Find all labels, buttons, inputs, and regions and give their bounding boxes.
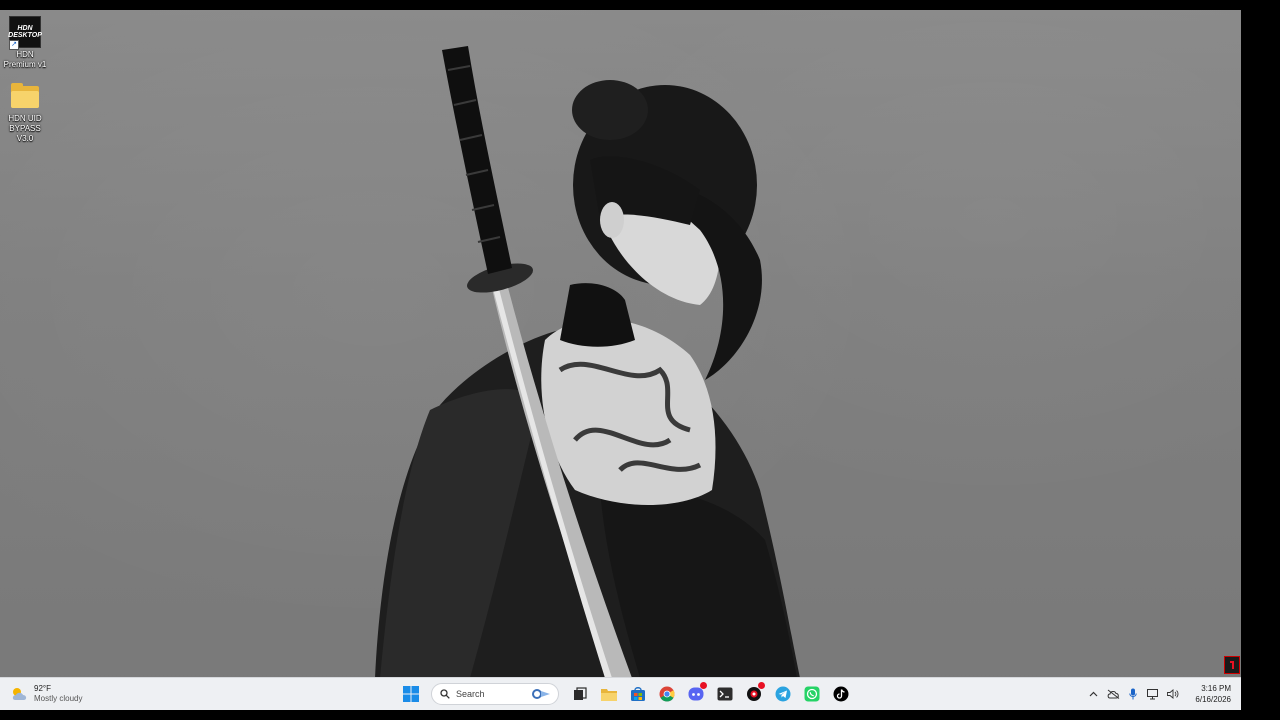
file-explorer-button[interactable] xyxy=(597,682,621,706)
network-button[interactable] xyxy=(1146,687,1160,701)
cloudy-weather-icon xyxy=(10,686,30,702)
weather-temperature: 92°F xyxy=(34,684,51,693)
taskbar-search-box[interactable]: Search xyxy=(431,683,559,705)
chevron-up-icon xyxy=(1089,691,1098,697)
volume-button[interactable] xyxy=(1166,687,1180,701)
whatsapp-button[interactable] xyxy=(800,682,824,706)
taskbar: 92°F Mostly cloudy Search 3:16 PM 6/16/2… xyxy=(0,677,1241,710)
telegram-button[interactable] xyxy=(771,682,795,706)
onedrive-button[interactable] xyxy=(1106,687,1120,701)
show-hidden-icons-button[interactable] xyxy=(1086,687,1100,701)
search-icon xyxy=(440,689,450,699)
shortcut-arrow-icon: ↗ xyxy=(9,40,19,50)
terminal-icon xyxy=(717,687,732,701)
discord-button[interactable] xyxy=(684,682,708,706)
taskbar-center-apps: Search xyxy=(396,682,855,706)
terminal-button[interactable] xyxy=(713,682,737,706)
wallpaper-image xyxy=(375,46,800,678)
chrome-button[interactable] xyxy=(655,682,679,706)
microsoft-store-button[interactable] xyxy=(626,682,650,706)
weather-widget[interactable]: 92°F Mostly cloudy xyxy=(10,683,82,705)
clock-time: 3:16 PM xyxy=(1201,684,1231,693)
folder-icon xyxy=(9,80,41,112)
system-tray: 3:16 PM 6/16/2026 xyxy=(1083,678,1231,710)
desktop-icon-label: HDN UID BYPASS V3.0 xyxy=(8,114,42,143)
hdn-app-icon: HDN DESKTOP ↗ xyxy=(8,16,42,50)
clock-button[interactable]: 3:16 PM 6/16/2026 xyxy=(1195,683,1231,705)
notification-badge xyxy=(699,682,707,689)
microphone-icon xyxy=(1129,688,1138,700)
telegram-icon xyxy=(775,686,790,702)
clock-date: 6/16/2026 xyxy=(1195,695,1231,704)
recording-indicator-icon[interactable] xyxy=(1224,656,1240,674)
app-button[interactable] xyxy=(742,682,766,706)
whatsapp-icon xyxy=(804,686,819,702)
start-button[interactable] xyxy=(399,682,423,706)
search-highlight-icon xyxy=(532,689,550,699)
microphone-button[interactable] xyxy=(1126,687,1140,701)
tiktok-button[interactable] xyxy=(829,682,853,706)
network-icon xyxy=(1146,688,1158,699)
desktop-icon-label: HDN Premium v1 xyxy=(3,50,47,69)
notification-badge xyxy=(757,682,765,689)
task-view-icon xyxy=(573,687,587,700)
search-placeholder: Search xyxy=(456,689,485,699)
speaker-icon xyxy=(1167,689,1179,699)
file-explorer-icon xyxy=(600,689,617,701)
desktop: HDN DESKTOP ↗ HDN Premium v1 HDN UID BYP… xyxy=(0,10,1241,710)
microsoft-store-icon xyxy=(630,687,645,701)
task-view-button[interactable] xyxy=(568,682,592,706)
chrome-icon xyxy=(659,686,674,702)
tiktok-icon xyxy=(833,686,848,702)
weather-condition: Mostly cloudy xyxy=(34,694,83,703)
cloud-off-icon xyxy=(1107,689,1120,699)
desktop-icon-hdn-uid-bypass[interactable]: HDN UID BYPASS V3.0 xyxy=(0,80,50,144)
windows-logo-icon xyxy=(402,686,419,702)
desktop-icon-hdn-premium[interactable]: HDN DESKTOP ↗ HDN Premium v1 xyxy=(0,16,50,70)
